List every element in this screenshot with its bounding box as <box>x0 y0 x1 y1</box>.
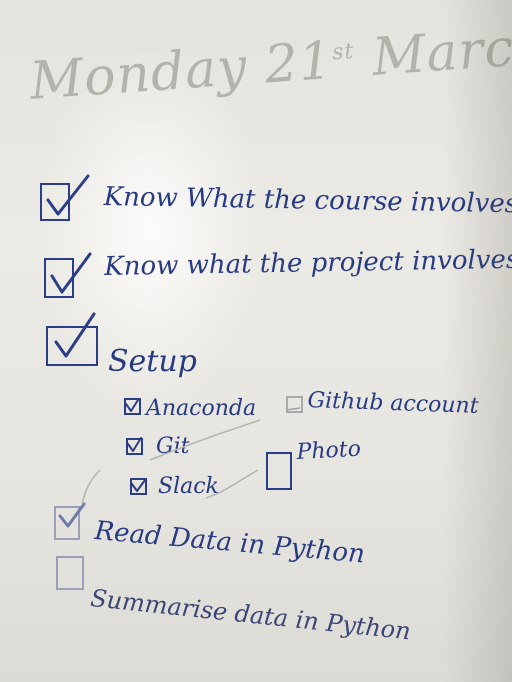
checkmark-item-4 <box>58 502 86 528</box>
checkmark-anaconda <box>125 399 139 412</box>
github-checkbox-tail <box>285 407 301 411</box>
connector-photo <box>205 469 259 499</box>
whiteboard: Monday 21st March 2016 Know What the cou… <box>0 0 512 682</box>
checkmark-item-1 <box>46 174 90 216</box>
connector-left <box>81 469 101 506</box>
checkmark-item-2 <box>50 252 92 294</box>
connector-github <box>149 419 261 461</box>
checkmark-item-3 <box>54 312 96 358</box>
pen-marks <box>46 174 301 528</box>
checkmark-slack <box>131 479 146 492</box>
checkmark-git <box>127 437 142 452</box>
